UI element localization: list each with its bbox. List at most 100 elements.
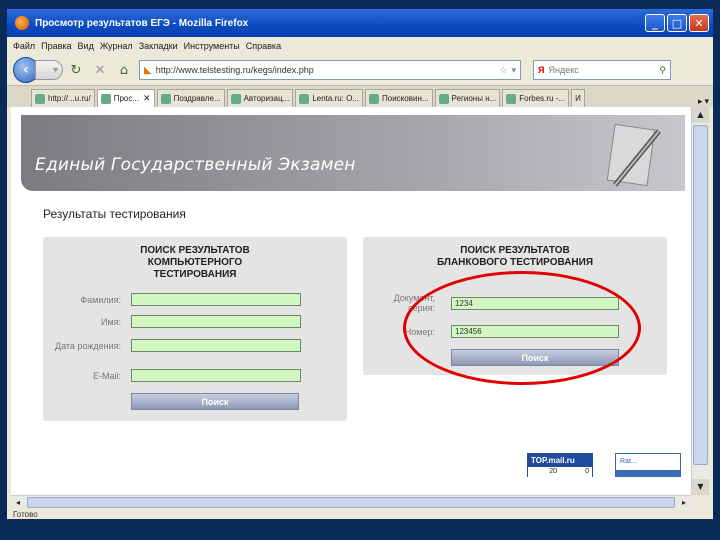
url-dropdown-icon[interactable]: ▾ — [511, 65, 516, 76]
menu-bar: Файл Правка Вид Журнал Закладки Инструме… — [7, 37, 713, 55]
number-label: Номер: — [404, 326, 435, 337]
rating-counter-bar — [616, 470, 680, 476]
tab-favicon-icon — [438, 93, 449, 104]
counter-value-a: 20 — [549, 468, 557, 475]
tab-label: Lenta.ru: О... — [312, 94, 360, 103]
birth-input[interactable] — [131, 339, 301, 352]
blank-search-button[interactable]: Поиск — [451, 349, 619, 366]
blank-search-panel: ПОИСК РЕЗУЛЬТАТОВ БЛАНКОВОГО ТЕСТИРОВАНИ… — [363, 237, 667, 375]
scroll-down-icon[interactable]: ▼ — [692, 479, 709, 495]
url-text[interactable]: http://www.telstesting.ru/kegs/index.php — [156, 65, 500, 75]
blank-search-heading: ПОИСК РЕЗУЛЬТАТОВ БЛАНКОВОГО ТЕСТИРОВАНИ… — [436, 245, 594, 268]
counter-value-b: 0 — [585, 468, 589, 475]
page-viewport: Единый Государственный Экзамен Результат… — [11, 107, 691, 495]
tab-favicon-icon — [230, 93, 241, 104]
yandex-icon[interactable]: Я — [538, 65, 544, 75]
stop-icon[interactable]: ✕ — [89, 59, 111, 81]
tab-0[interactable]: http://...u.ru/ — [31, 89, 95, 107]
tab-label: Поздравле... — [173, 94, 221, 103]
tab-4[interactable]: Lenta.ru: О... — [295, 89, 364, 107]
reload-icon[interactable]: ↻ — [65, 59, 87, 81]
tab-favicon-icon — [160, 93, 171, 104]
browser-window: Просмотр результатов ЕГЭ - Mozilla Firef… — [6, 8, 714, 520]
tab-strip: http://...u.ru/ Прос... ✕ Поздравле... Ав… — [7, 85, 713, 107]
email-input[interactable] — [131, 369, 301, 382]
banner-heading: Единый Государственный Экзамен — [35, 155, 356, 175]
tab-label: Forbes.ru -... — [519, 94, 566, 103]
surname-label: Фамилия: — [80, 294, 121, 305]
maximize-button[interactable]: □ — [667, 14, 687, 32]
close-button[interactable]: ✕ — [689, 14, 709, 32]
horizontal-scroll-thumb[interactable] — [27, 497, 675, 508]
window-title: Просмотр результатов ЕГЭ - Mozilla Firef… — [35, 17, 249, 29]
bookmark-star-icon[interactable]: ☆ — [499, 65, 507, 76]
tab-scroll-right-icon[interactable]: ▸ — [698, 97, 703, 107]
rating-counter-label: Rat... — [620, 458, 637, 465]
name-label: Имя: — [100, 316, 121, 327]
navigation-toolbar: ‹ ▾ ↻ ✕ ⌂ ◣ http://www.telstesting.ru/ke… — [7, 55, 713, 85]
scroll-up-icon[interactable]: ▲ — [692, 107, 709, 123]
status-bar: Готово — [13, 510, 38, 519]
tab-label: Авторизац... — [243, 94, 290, 103]
rating-counter[interactable]: Rat... — [615, 453, 681, 477]
menu-file[interactable]: Файл — [13, 41, 35, 51]
tab-5[interactable]: Поисковин... — [365, 89, 433, 107]
tab-2[interactable]: Поздравле... — [156, 89, 225, 107]
number-row: Номер: — [375, 325, 619, 338]
tab-favicon-icon — [506, 93, 517, 104]
menu-help[interactable]: Справка — [246, 41, 281, 51]
menu-view[interactable]: Вид — [78, 41, 94, 51]
tab-favicon-icon — [299, 93, 310, 104]
birth-row: Дата рождения: — [55, 339, 301, 352]
surname-row: Фамилия: — [55, 293, 301, 306]
minimize-button[interactable]: _ — [645, 14, 665, 32]
menu-history[interactable]: Журнал — [100, 41, 133, 51]
ege-banner: Единый Государственный Экзамен — [21, 115, 685, 191]
email-row: E-Mail: — [55, 369, 301, 382]
forward-button[interactable]: ▾ — [35, 60, 63, 80]
section-title: Результаты тестирования — [43, 207, 186, 221]
email-label: E-Mail: — [92, 370, 121, 381]
doc-series-label: Документ, серия: — [393, 293, 435, 313]
scroll-right-icon[interactable]: ▸ — [677, 496, 691, 509]
menu-edit[interactable]: Правка — [41, 41, 71, 51]
menu-tools[interactable]: Инструменты — [184, 41, 240, 51]
menu-bookmarks[interactable]: Закладки — [139, 41, 178, 51]
tab-7[interactable]: Forbes.ru -... — [502, 89, 570, 107]
vertical-scrollbar[interactable]: ▲ ▼ — [691, 107, 709, 495]
search-icon[interactable]: ⚲ — [659, 65, 666, 76]
tab-3[interactable]: Авторизац... — [226, 89, 294, 107]
number-input[interactable] — [451, 325, 619, 338]
tab-label: Регионы н... — [451, 94, 497, 103]
scroll-left-icon[interactable]: ◂ — [11, 496, 25, 509]
tab-label: http://...u.ru/ — [48, 94, 91, 103]
site-favicon-icon: ◣ — [144, 64, 152, 76]
url-bar[interactable]: ◣ http://www.telstesting.ru/kegs/index.p… — [139, 60, 521, 80]
tab-favicon-icon — [35, 93, 45, 104]
search-placeholder: Яндекс — [548, 65, 579, 75]
search-bar[interactable]: Я Яндекс ⚲ — [533, 60, 671, 80]
surname-input[interactable] — [131, 293, 301, 306]
tab-1-active[interactable]: Прос... ✕ — [96, 89, 155, 107]
tab-favicon-icon — [100, 93, 111, 104]
tab-6[interactable]: Регионы н... — [434, 89, 501, 107]
tab-8[interactable]: И — [571, 89, 585, 107]
firefox-icon — [15, 16, 29, 30]
home-icon[interactable]: ⌂ — [113, 59, 135, 81]
dropdown-icon: ▾ — [52, 64, 58, 76]
computer-search-button[interactable]: Поиск — [131, 393, 299, 410]
top-mail-counter[interactable]: TOP.mail.ru 20 0 — [527, 453, 593, 477]
tab-list-icon[interactable]: ▾ — [704, 97, 709, 107]
computer-search-panel: ПОИСК РЕЗУЛЬТАТОВ КОМПЬЮТЕРНОГО ТЕСТИРОВ… — [43, 237, 347, 421]
horizontal-scrollbar[interactable]: ◂ ▸ — [11, 495, 691, 509]
tab-label: Прос... — [113, 94, 140, 103]
doc-series-input[interactable] — [451, 296, 619, 310]
vertical-scroll-thumb[interactable] — [693, 125, 708, 465]
back-arrow-icon: ‹ — [23, 62, 29, 78]
tab-close-icon[interactable]: ✕ — [143, 93, 151, 104]
tab-favicon-icon — [369, 93, 380, 104]
name-input[interactable] — [131, 315, 301, 328]
title-bar: Просмотр результатов ЕГЭ - Mozilla Firef… — [7, 9, 713, 37]
counter-title: TOP.mail.ru — [531, 456, 575, 465]
birth-label: Дата рождения: — [55, 340, 121, 351]
